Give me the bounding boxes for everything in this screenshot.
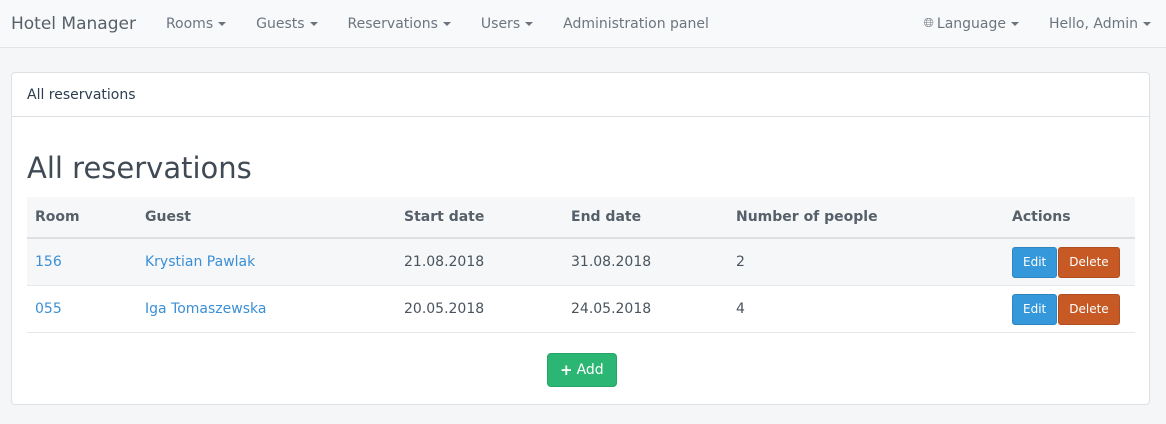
nav-guests-dropdown[interactable]: Guests xyxy=(241,16,332,32)
reservations-table: Room Guest Start date End date Number of… xyxy=(27,197,1135,333)
delete-button[interactable]: Delete xyxy=(1058,293,1120,325)
edit-button[interactable]: Edit xyxy=(1012,246,1058,278)
column-header-start-date: Start date xyxy=(396,197,563,239)
page-title: All reservations xyxy=(27,151,252,185)
start-date-cell: 21.08.2018 xyxy=(396,238,563,286)
nav-guests-label: Guests xyxy=(256,15,305,32)
delete-button[interactable]: Delete xyxy=(1058,246,1120,278)
user-greeting: Hello, Admin xyxy=(1048,15,1138,32)
column-header-end-date: End date xyxy=(563,197,728,239)
globe-icon: 🌐︎ xyxy=(923,16,934,31)
language-dropdown[interactable]: 🌐︎ Language xyxy=(908,16,1034,32)
caret-down-icon xyxy=(309,21,318,26)
add-label: Add xyxy=(576,362,604,378)
navbar-right: 🌐︎ Language Hello, Admin xyxy=(908,16,1166,32)
table-header-row: Room Guest Start date End date Number of… xyxy=(27,197,1135,239)
people-count-cell: 2 xyxy=(728,238,1004,286)
plus-icon: + xyxy=(560,361,573,379)
table-row: 055 Iga Tomaszewska 20.05.2018 24.05.201… xyxy=(27,285,1135,333)
actions-cell: Edit Delete xyxy=(1004,285,1135,333)
people-count-cell: 4 xyxy=(728,285,1004,333)
column-header-guest: Guest xyxy=(137,197,396,239)
nav-rooms-dropdown[interactable]: Rooms xyxy=(151,16,241,32)
add-reservation-button[interactable]: + Add xyxy=(547,353,617,387)
caret-down-icon xyxy=(1143,21,1151,26)
caret-down-icon xyxy=(525,21,534,26)
actions-cell: Edit Delete xyxy=(1004,238,1135,286)
reservations-panel: All reservations All reservations Room G… xyxy=(11,72,1150,405)
start-date-cell: 20.05.2018 xyxy=(396,285,563,333)
guest-link[interactable]: Iga Tomaszewska xyxy=(145,301,266,317)
end-date-cell: 24.05.2018 xyxy=(563,285,728,333)
nav-rooms-label: Rooms xyxy=(165,15,214,32)
caret-down-icon xyxy=(1010,21,1019,26)
column-header-number-of-people: Number of people xyxy=(728,197,1004,239)
room-link[interactable]: 156 xyxy=(35,254,62,270)
room-link[interactable]: 055 xyxy=(35,301,62,317)
nav-reservations-dropdown[interactable]: Reservations xyxy=(333,16,466,32)
nav-users-label: Users xyxy=(480,15,521,32)
nav-admin-panel-link[interactable]: Administration panel xyxy=(548,16,724,32)
panel-heading: All reservations xyxy=(12,73,1149,117)
language-label: Language xyxy=(936,15,1006,32)
nav-users-dropdown[interactable]: Users xyxy=(466,16,548,32)
edit-button[interactable]: Edit xyxy=(1012,293,1058,325)
navbar: Hotel Manager Rooms Guests Reservations … xyxy=(0,0,1166,48)
nav-reservations-label: Reservations xyxy=(347,15,438,32)
caret-down-icon xyxy=(442,21,451,26)
caret-down-icon xyxy=(218,21,227,26)
guest-link[interactable]: Krystian Pawlak xyxy=(145,254,255,270)
column-header-room: Room xyxy=(27,197,137,239)
table-row: 156 Krystian Pawlak 21.08.2018 31.08.201… xyxy=(27,238,1135,286)
user-menu-dropdown[interactable]: Hello, Admin xyxy=(1034,16,1166,32)
column-header-actions: Actions xyxy=(1004,197,1135,239)
end-date-cell: 31.08.2018 xyxy=(563,238,728,286)
brand-link[interactable]: Hotel Manager xyxy=(11,14,136,34)
